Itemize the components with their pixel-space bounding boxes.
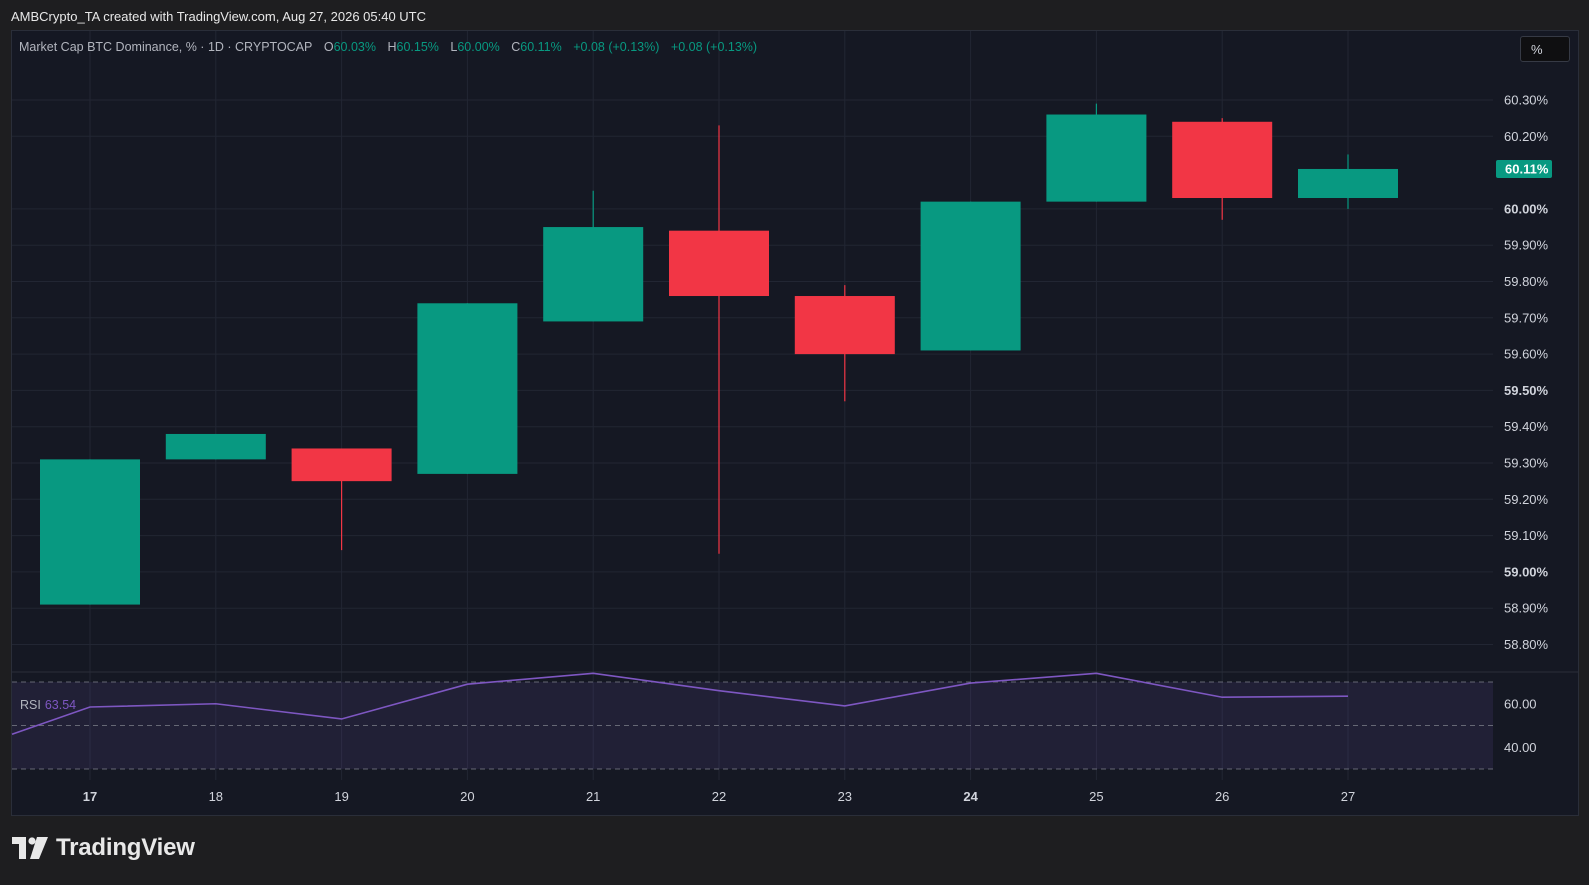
time-axis-label: 20	[460, 789, 474, 804]
rsi-name: RSI	[20, 698, 41, 712]
candle-body	[417, 303, 518, 474]
open-value: 60.03%	[333, 40, 376, 54]
time-axis-label: 19	[334, 789, 348, 804]
tradingview-wordmark: TradingView	[56, 834, 195, 861]
close-value: 60.11%	[520, 40, 562, 54]
high-value: 60.15%	[396, 40, 439, 54]
time-axis-label: 25	[1089, 789, 1103, 804]
candle-body	[1046, 114, 1147, 202]
time-axis-label: 18	[209, 789, 223, 804]
candle-body	[1172, 121, 1273, 199]
rsi-axis-label: 60.00	[1504, 696, 1537, 711]
change-percent-value: +0.08 (+0.13%)	[670, 40, 758, 54]
high-label: H	[387, 40, 397, 54]
percent-scale-button[interactable]: %	[1520, 36, 1570, 62]
price-axis-label: 59.80%	[1504, 274, 1549, 289]
price-axis-label: 59.70%	[1504, 310, 1549, 325]
time-axis-label: 26	[1215, 789, 1229, 804]
close-label: C	[511, 40, 521, 54]
price-axis-label: 59.10%	[1504, 528, 1549, 543]
price-axis-label: 59.20%	[1504, 492, 1549, 507]
chart-canvas[interactable]: 60.30% 60.20% 60.00% 59.90% 59.80% 59.70% 59.6…	[0, 0, 1589, 885]
price-axis-label: 59.40%	[1504, 419, 1549, 434]
time-axis-label: 27	[1341, 789, 1355, 804]
candle-body	[291, 448, 392, 482]
candle-body	[1298, 168, 1398, 199]
tradingview-logo-icon	[12, 837, 48, 859]
price-axis-label: 60.00%	[1504, 201, 1549, 216]
candle-body	[920, 201, 1021, 351]
time-axis-label: 23	[838, 789, 852, 804]
candle-body	[669, 230, 769, 297]
candle-body	[165, 433, 266, 460]
symbol-legend: Market Cap BTC Dominance, % · 1D · CRYPT…	[19, 40, 757, 54]
price-axis-label: 59.90%	[1504, 238, 1549, 253]
price-axis-label: 59.00%	[1504, 564, 1549, 579]
price-axis-label: 60.20%	[1504, 129, 1549, 144]
last-price-label: 60.11%	[1505, 161, 1549, 176]
candle-body	[40, 459, 140, 605]
price-axis-label: 59.30%	[1504, 456, 1549, 471]
time-axis-label: 24	[963, 789, 978, 804]
tradingview-logo[interactable]: TradingView	[12, 833, 195, 863]
price-axis-label: 59.60%	[1504, 347, 1549, 362]
rsi-axis-label: 40.00	[1504, 740, 1537, 755]
change-value: +0.08 (+0.13%)	[573, 40, 660, 54]
time-axis-label: 21	[586, 789, 600, 804]
price-axis-label: 58.80%	[1504, 637, 1549, 652]
time-axis-label: 22	[712, 789, 726, 804]
low-value: 60.00%	[457, 40, 500, 54]
candle-body	[794, 296, 895, 355]
price-axis-label: 58.90%	[1504, 601, 1549, 616]
price-axis-label: 60.30%	[1504, 93, 1549, 108]
price-axis-label: 59.50%	[1504, 383, 1549, 398]
rsi-value: 63.54	[44, 698, 77, 712]
symbol-title[interactable]: Market Cap BTC Dominance, % · 1D · CRYPT…	[19, 40, 312, 54]
candle-body	[543, 227, 644, 322]
open-label: O	[323, 40, 334, 54]
rsi-legend[interactable]: RSI 63.54	[20, 698, 76, 712]
time-axis-label: 17	[83, 789, 97, 804]
